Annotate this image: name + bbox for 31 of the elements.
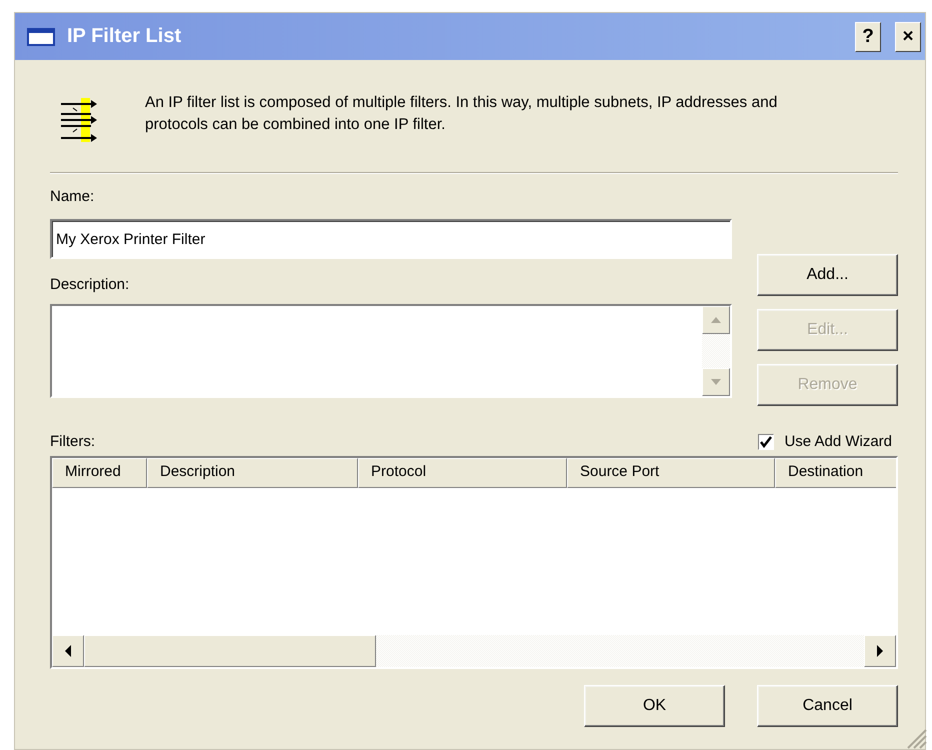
name-label: Name: (50, 188, 94, 207)
vertical-scrollbar[interactable] (702, 306, 730, 396)
window-title: IP Filter List (67, 25, 182, 48)
name-field[interactable]: My Xerox Printer Filter (50, 219, 732, 259)
scrollbar-thumb[interactable] (84, 635, 376, 667)
use-add-wizard-checkbox[interactable]: Use Add Wizard (758, 433, 892, 450)
checkmark-icon (760, 436, 772, 448)
column-header[interactable]: Destination (775, 458, 896, 488)
scroll-down-button[interactable] (702, 368, 730, 396)
scroll-right-button[interactable] (864, 635, 896, 667)
right-arrow-icon (877, 645, 883, 657)
scroll-up-button[interactable] (702, 306, 730, 334)
column-header[interactable]: Description (147, 458, 358, 488)
column-header[interactable]: Mirrored (52, 458, 147, 488)
column-header[interactable]: Source Port (567, 458, 775, 488)
left-arrow-icon (65, 645, 71, 657)
close-button[interactable]: × (895, 22, 921, 52)
up-arrow-icon (711, 317, 721, 323)
window-icon (27, 28, 55, 46)
add-button[interactable]: Add... (757, 254, 898, 296)
ok-button[interactable]: OK (584, 685, 725, 727)
help-button[interactable]: ? (855, 22, 881, 52)
scroll-left-button[interactable] (52, 635, 84, 667)
description-label: Description: (50, 276, 130, 295)
description-field[interactable] (50, 304, 732, 398)
cancel-button[interactable]: Cancel (757, 685, 898, 727)
filters-label: Filters: (50, 433, 95, 450)
intro-text: An IP filter list is composed of multiple filters. In this way, multiple subnets, IP addresses and protocols can be combined into one IP filter. (145, 93, 778, 135)
column-header[interactable]: Protocol (358, 458, 567, 488)
horizontal-scrollbar[interactable] (52, 635, 896, 667)
down-arrow-icon (711, 379, 721, 385)
